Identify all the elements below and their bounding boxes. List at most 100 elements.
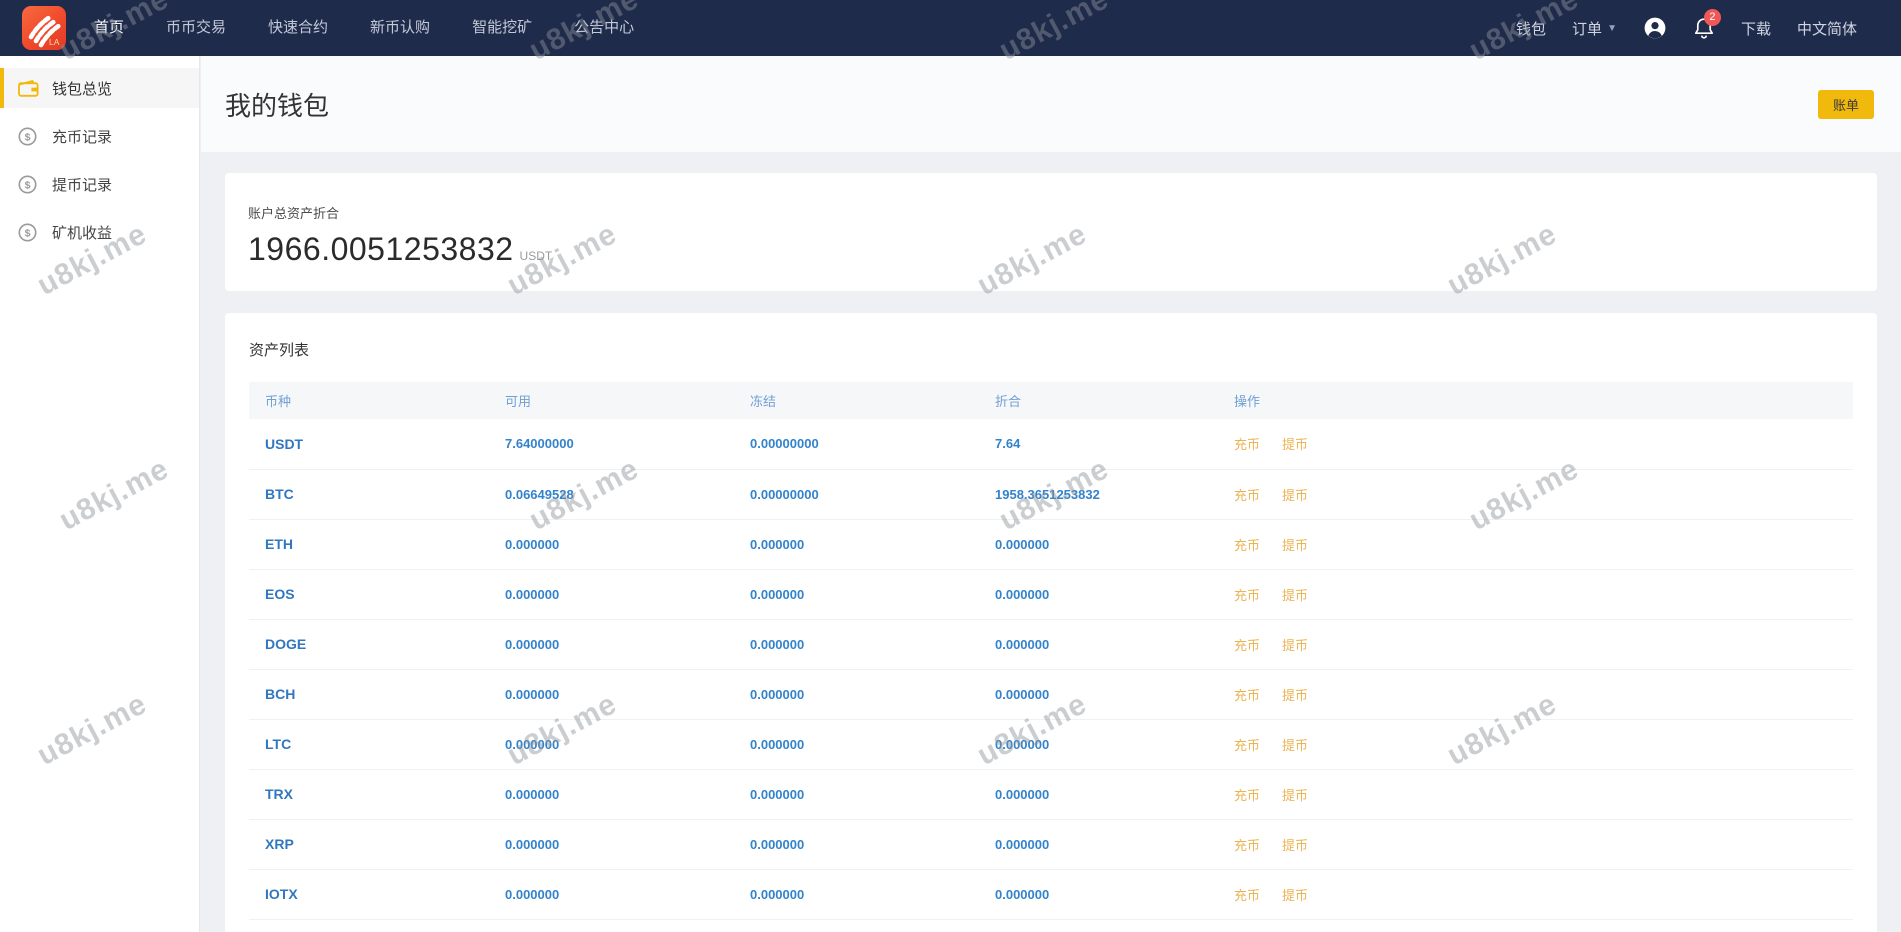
deposit-link[interactable]: 充币	[1234, 588, 1260, 603]
logo-text: LA	[49, 37, 60, 47]
wallet-sidebar: 钱包总览 $ 充币记录 $提币记录 $矿机收益	[0, 56, 200, 932]
asset-table: 币种可用冻结折合操作 USDT7.640000000.000000007.64充…	[249, 382, 1853, 920]
withdraw-link[interactable]: 提币	[1282, 437, 1308, 452]
orders-dropdown[interactable]: 订单 ▼	[1572, 18, 1617, 39]
sidebar-item-1[interactable]: $ 充币记录	[0, 116, 199, 156]
coin-name[interactable]: EOS	[265, 586, 295, 602]
total-assets-card: 账户总资产折合 1966.0051253832 USDT	[225, 173, 1877, 291]
app-logo[interactable]: LA	[22, 6, 66, 50]
page-title: 我的钱包	[225, 86, 329, 123]
wallet-link[interactable]: 钱包	[1516, 18, 1546, 39]
nav-item-1[interactable]: 首页	[94, 0, 124, 56]
actions-cell: 充币 提币	[1218, 769, 1853, 819]
deposit-link[interactable]: 充币	[1234, 538, 1260, 553]
dollar-circle-icon: $	[18, 127, 40, 146]
column-header-2: 冻结	[734, 382, 979, 419]
sidebar-item-2[interactable]: $提币记录	[0, 164, 199, 204]
download-link[interactable]: 下载	[1741, 18, 1771, 39]
svg-text:$: $	[25, 131, 31, 143]
nav-item-6[interactable]: 公告中心	[574, 0, 634, 56]
frozen-value: 0.00000000	[734, 419, 979, 469]
coin-cell: TRX	[249, 769, 489, 819]
page-header: 我的钱包 账单	[201, 56, 1901, 152]
frozen-value: 0.000000	[734, 619, 979, 669]
nav-right-group: 钱包 订单 ▼ 2 下载 中文简体	[1516, 16, 1857, 40]
available-value: 0.000000	[489, 569, 734, 619]
actions-cell: 充币 提币	[1218, 619, 1853, 669]
frozen-value: 0.000000	[734, 869, 979, 919]
actions-cell: 充币 提币	[1218, 519, 1853, 569]
converted-value: 0.000000	[979, 869, 1218, 919]
withdraw-link[interactable]: 提币	[1282, 838, 1308, 853]
deposit-link[interactable]: 充币	[1234, 738, 1260, 753]
column-header-0: 币种	[249, 382, 489, 419]
deposit-link[interactable]: 充币	[1234, 638, 1260, 653]
withdraw-link[interactable]: 提币	[1282, 588, 1308, 603]
sidebar-item-label: 充币记录	[52, 126, 112, 147]
dollar-circle-icon: $	[18, 223, 37, 242]
coin-cell: XRP	[249, 819, 489, 869]
notifications-button[interactable]: 2	[1693, 16, 1715, 40]
asset-row: XRP0.0000000.0000000.000000充币提币	[249, 819, 1853, 869]
asset-row: BTC0.066495280.000000001958.3651253832充币…	[249, 469, 1853, 519]
coin-name[interactable]: USDT	[265, 436, 303, 452]
user-avatar[interactable]	[1643, 16, 1667, 40]
withdraw-link[interactable]: 提币	[1282, 738, 1308, 753]
nav-item-3[interactable]: 快速合约	[268, 0, 328, 56]
chevron-down-icon: ▼	[1607, 23, 1617, 34]
withdraw-link[interactable]: 提币	[1282, 638, 1308, 653]
coin-name[interactable]: XRP	[265, 836, 294, 852]
coin-cell: BTC	[249, 469, 489, 519]
asset-table-header-row: 币种可用冻结折合操作	[249, 382, 1853, 419]
frozen-value: 0.000000	[734, 669, 979, 719]
sidebar-item-0[interactable]: 钱包总览	[0, 68, 199, 108]
deposit-link[interactable]: 充币	[1234, 437, 1260, 452]
available-value: 0.000000	[489, 869, 734, 919]
withdraw-link[interactable]: 提币	[1282, 538, 1308, 553]
sidebar-item-3[interactable]: $矿机收益	[0, 212, 199, 252]
available-value: 0.06649528	[489, 469, 734, 519]
deposit-link[interactable]: 充币	[1234, 888, 1260, 903]
coin-name[interactable]: DOGE	[265, 636, 306, 652]
nav-item-2[interactable]: 币币交易	[166, 0, 226, 56]
orders-label: 订单	[1572, 18, 1602, 39]
nav-item-4[interactable]: 新币认购	[370, 0, 430, 56]
coin-cell: USDT	[249, 419, 489, 469]
notification-badge: 2	[1704, 9, 1721, 26]
deposit-link[interactable]: 充币	[1234, 688, 1260, 703]
actions-cell: 充币 提币	[1218, 669, 1853, 719]
language-selector[interactable]: 中文简体	[1797, 18, 1857, 39]
withdraw-link[interactable]: 提币	[1282, 488, 1308, 503]
withdraw-link[interactable]: 提币	[1282, 788, 1308, 803]
available-value: 0.000000	[489, 769, 734, 819]
dollar-circle-icon: $	[18, 127, 37, 146]
sidebar-item-label: 钱包总览	[52, 78, 112, 99]
coin-cell: ETH	[249, 519, 489, 569]
coin-name[interactable]: TRX	[265, 786, 293, 802]
deposit-link[interactable]: 充币	[1234, 838, 1260, 853]
coin-name[interactable]: BTC	[265, 486, 294, 502]
coin-name[interactable]: LTC	[265, 736, 291, 752]
available-value: 0.000000	[489, 669, 734, 719]
withdraw-link[interactable]: 提币	[1282, 888, 1308, 903]
coin-name[interactable]: BCH	[265, 686, 295, 702]
asset-row: EOS0.0000000.0000000.000000充币提币	[249, 569, 1853, 619]
deposit-link[interactable]: 充币	[1234, 788, 1260, 803]
withdraw-link[interactable]: 提币	[1282, 688, 1308, 703]
column-header-4: 操作	[1218, 382, 1853, 419]
total-assets-label: 账户总资产折合	[248, 203, 1853, 222]
asset-row: LTC0.0000000.0000000.000000充币提币	[249, 719, 1853, 769]
frozen-value: 0.000000	[734, 719, 979, 769]
dollar-circle-icon: $	[18, 175, 37, 194]
converted-value: 0.000000	[979, 819, 1218, 869]
frozen-value: 0.000000	[734, 819, 979, 869]
bill-button[interactable]: 账单	[1818, 90, 1874, 119]
deposit-link[interactable]: 充币	[1234, 488, 1260, 503]
coin-name[interactable]: ETH	[265, 536, 293, 552]
nav-item-5[interactable]: 智能挖矿	[472, 0, 532, 56]
converted-value: 7.64	[979, 419, 1218, 469]
coin-name[interactable]: IOTX	[265, 886, 298, 902]
asset-row: DOGE0.0000000.0000000.000000充币提币	[249, 619, 1853, 669]
converted-value: 0.000000	[979, 669, 1218, 719]
actions-cell: 充币 提币	[1218, 719, 1853, 769]
